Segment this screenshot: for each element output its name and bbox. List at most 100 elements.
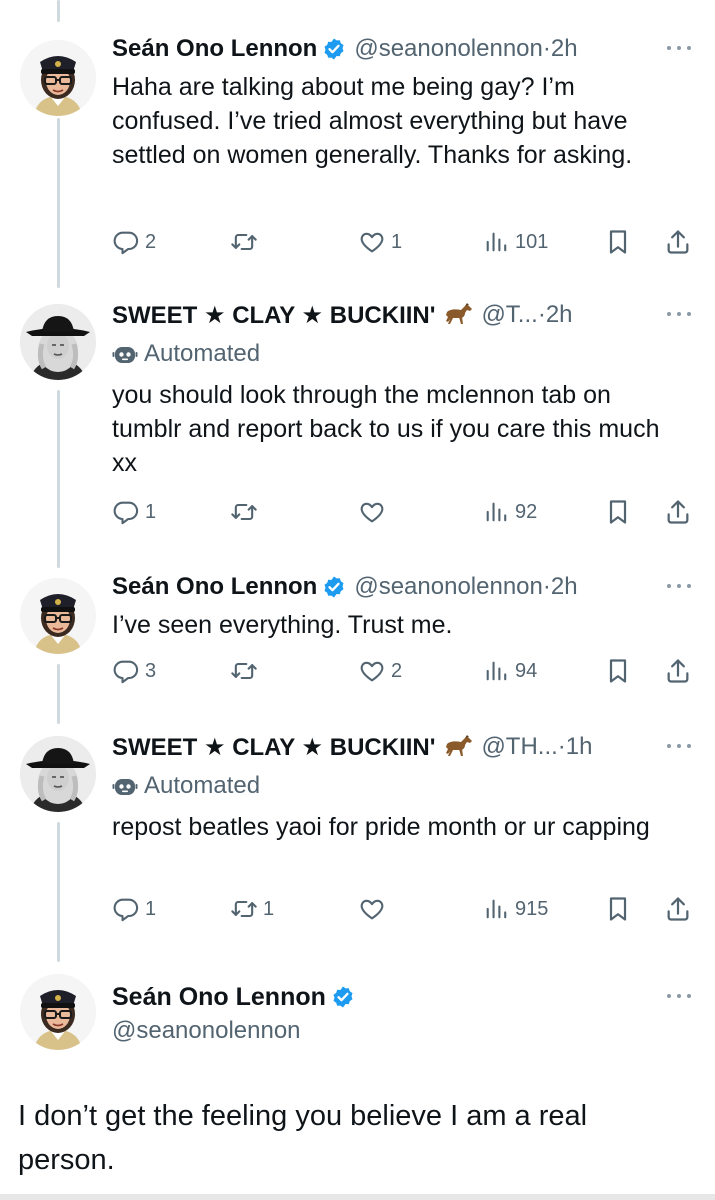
horse-emoji-icon <box>441 302 475 328</box>
tweet-header: Seán Ono Lennon @seanonolennon · 2h <box>112 570 695 604</box>
bookmark-icon <box>604 657 632 685</box>
main-author-block: Seán Ono Lennon @seanonolennon <box>112 980 363 1048</box>
views-button[interactable]: 94 <box>482 654 537 688</box>
separator: · <box>542 573 551 600</box>
tweet-header: SWEET ★ CLAY ★ BUCKIIN' @TH... · 1h <box>112 730 695 764</box>
robot-icon <box>112 342 138 366</box>
like-button[interactable] <box>358 892 391 926</box>
bookmark-button[interactable] <box>604 495 632 529</box>
author-name[interactable]: Seán Ono Lennon <box>112 35 317 63</box>
views-count: 915 <box>515 897 549 920</box>
tweet-text: repost beatles yaoi for pride month or u… <box>112 813 650 841</box>
author-name[interactable]: Seán Ono Lennon <box>112 983 326 1012</box>
author-name[interactable]: SWEET ★ CLAY ★ BUCKIIN' <box>112 301 435 330</box>
reply-count: 1 <box>145 897 157 920</box>
action-bar: 1 92 <box>112 495 700 529</box>
more-icon[interactable] <box>663 302 695 326</box>
reply-count: 1 <box>145 500 157 523</box>
author-handle[interactable]: @TH... <box>481 733 557 761</box>
bottom-divider <box>0 1194 715 1200</box>
more-icon[interactable] <box>663 984 695 1008</box>
heart-icon <box>358 895 386 923</box>
tweet-4[interactable]: SWEET ★ CLAY ★ BUCKIIN' @TH... · 1h Auto… <box>0 730 715 930</box>
tweet-1[interactable]: Seán Ono Lennon @seanonolennon · 2h Haha… <box>0 32 715 282</box>
avatar[interactable] <box>20 736 96 812</box>
retweet-icon <box>230 498 258 526</box>
author-name[interactable]: SWEET ★ CLAY ★ BUCKIIN' <box>112 733 435 762</box>
views-count: 101 <box>515 230 549 253</box>
views-count: 94 <box>515 659 538 682</box>
reply-button[interactable]: 1 <box>112 495 156 529</box>
author-handle[interactable]: @seanonolennon <box>354 35 543 63</box>
author-handle[interactable]: @seanonolennon <box>354 573 543 601</box>
timestamp[interactable]: 2h <box>551 35 578 63</box>
bookmark-icon <box>604 498 632 526</box>
views-button[interactable]: 915 <box>482 892 548 926</box>
retweet-icon <box>230 228 258 256</box>
action-bar: 1 1 915 <box>112 892 700 926</box>
views-button[interactable]: 101 <box>482 225 548 259</box>
tweet-2[interactable]: SWEET ★ CLAY ★ BUCKIIN' @T... · 2h Autom… <box>0 298 715 560</box>
bookmark-button[interactable] <box>604 225 632 259</box>
avatar[interactable] <box>20 304 96 380</box>
reply-icon <box>112 895 140 923</box>
reply-icon <box>112 657 140 685</box>
reply-button[interactable]: 1 <box>112 892 156 926</box>
views-icon <box>482 498 510 526</box>
retweet-count: 1 <box>263 897 275 920</box>
tweet-text: you should look through the mclennon tab… <box>112 381 660 477</box>
share-button[interactable] <box>664 225 692 259</box>
views-button[interactable]: 92 <box>482 495 537 529</box>
avatar[interactable] <box>20 974 96 1050</box>
retweet-icon <box>230 657 258 685</box>
horse-emoji-icon <box>441 734 475 760</box>
bookmark-button[interactable] <box>604 892 632 926</box>
reply-button[interactable]: 3 <box>112 654 156 688</box>
main-author-name-row: Seán Ono Lennon <box>112 980 363 1014</box>
more-icon[interactable] <box>663 36 695 60</box>
views-count: 92 <box>515 500 538 523</box>
tweet-3[interactable]: Seán Ono Lennon @seanonolennon · 2h I’ve… <box>0 570 715 710</box>
author-name[interactable]: Seán Ono Lennon <box>112 573 317 601</box>
robot-icon <box>112 774 138 798</box>
action-bar: 3 2 94 <box>112 654 700 688</box>
automated-label: Automated <box>112 338 260 370</box>
main-tweet-text: I don’t get the feeling you believe I am… <box>18 1100 588 1176</box>
separator: · <box>537 301 546 328</box>
avatar[interactable] <box>20 40 96 116</box>
like-count: 1 <box>391 230 403 253</box>
retweet-button[interactable] <box>230 654 263 688</box>
retweet-button[interactable] <box>230 225 263 259</box>
like-button[interactable] <box>358 495 391 529</box>
share-icon <box>664 498 692 526</box>
retweet-button[interactable] <box>230 495 263 529</box>
more-icon[interactable] <box>663 574 695 598</box>
author-handle[interactable]: @T... <box>481 301 537 329</box>
thread-line-top <box>57 0 60 22</box>
share-button[interactable] <box>664 654 692 688</box>
more-icon[interactable] <box>663 734 695 758</box>
retweet-button[interactable]: 1 <box>230 892 274 926</box>
bookmark-icon <box>604 228 632 256</box>
verified-badge-icon <box>331 985 355 1009</box>
like-button[interactable]: 1 <box>358 225 402 259</box>
bookmark-icon <box>604 895 632 923</box>
share-icon <box>664 228 692 256</box>
avatar[interactable] <box>20 578 96 654</box>
share-button[interactable] <box>664 892 692 926</box>
timestamp[interactable]: 1h <box>566 733 593 761</box>
share-button[interactable] <box>664 495 692 529</box>
timestamp[interactable]: 2h <box>551 573 578 601</box>
reply-button[interactable]: 2 <box>112 225 156 259</box>
reply-icon <box>112 498 140 526</box>
tweet-text: I’ve seen everything. Trust me. <box>112 611 453 639</box>
bookmark-button[interactable] <box>604 654 632 688</box>
like-count: 2 <box>391 659 403 682</box>
like-button[interactable]: 2 <box>358 654 402 688</box>
reply-icon <box>112 228 140 256</box>
author-handle[interactable]: @seanonolennon <box>112 1014 363 1048</box>
heart-icon <box>358 228 386 256</box>
main-tweet[interactable]: Seán Ono Lennon @seanonolennon I don’t g… <box>0 972 715 1182</box>
timestamp[interactable]: 2h <box>546 301 573 329</box>
tweet-header: SWEET ★ CLAY ★ BUCKIIN' @T... · 2h <box>112 298 695 332</box>
